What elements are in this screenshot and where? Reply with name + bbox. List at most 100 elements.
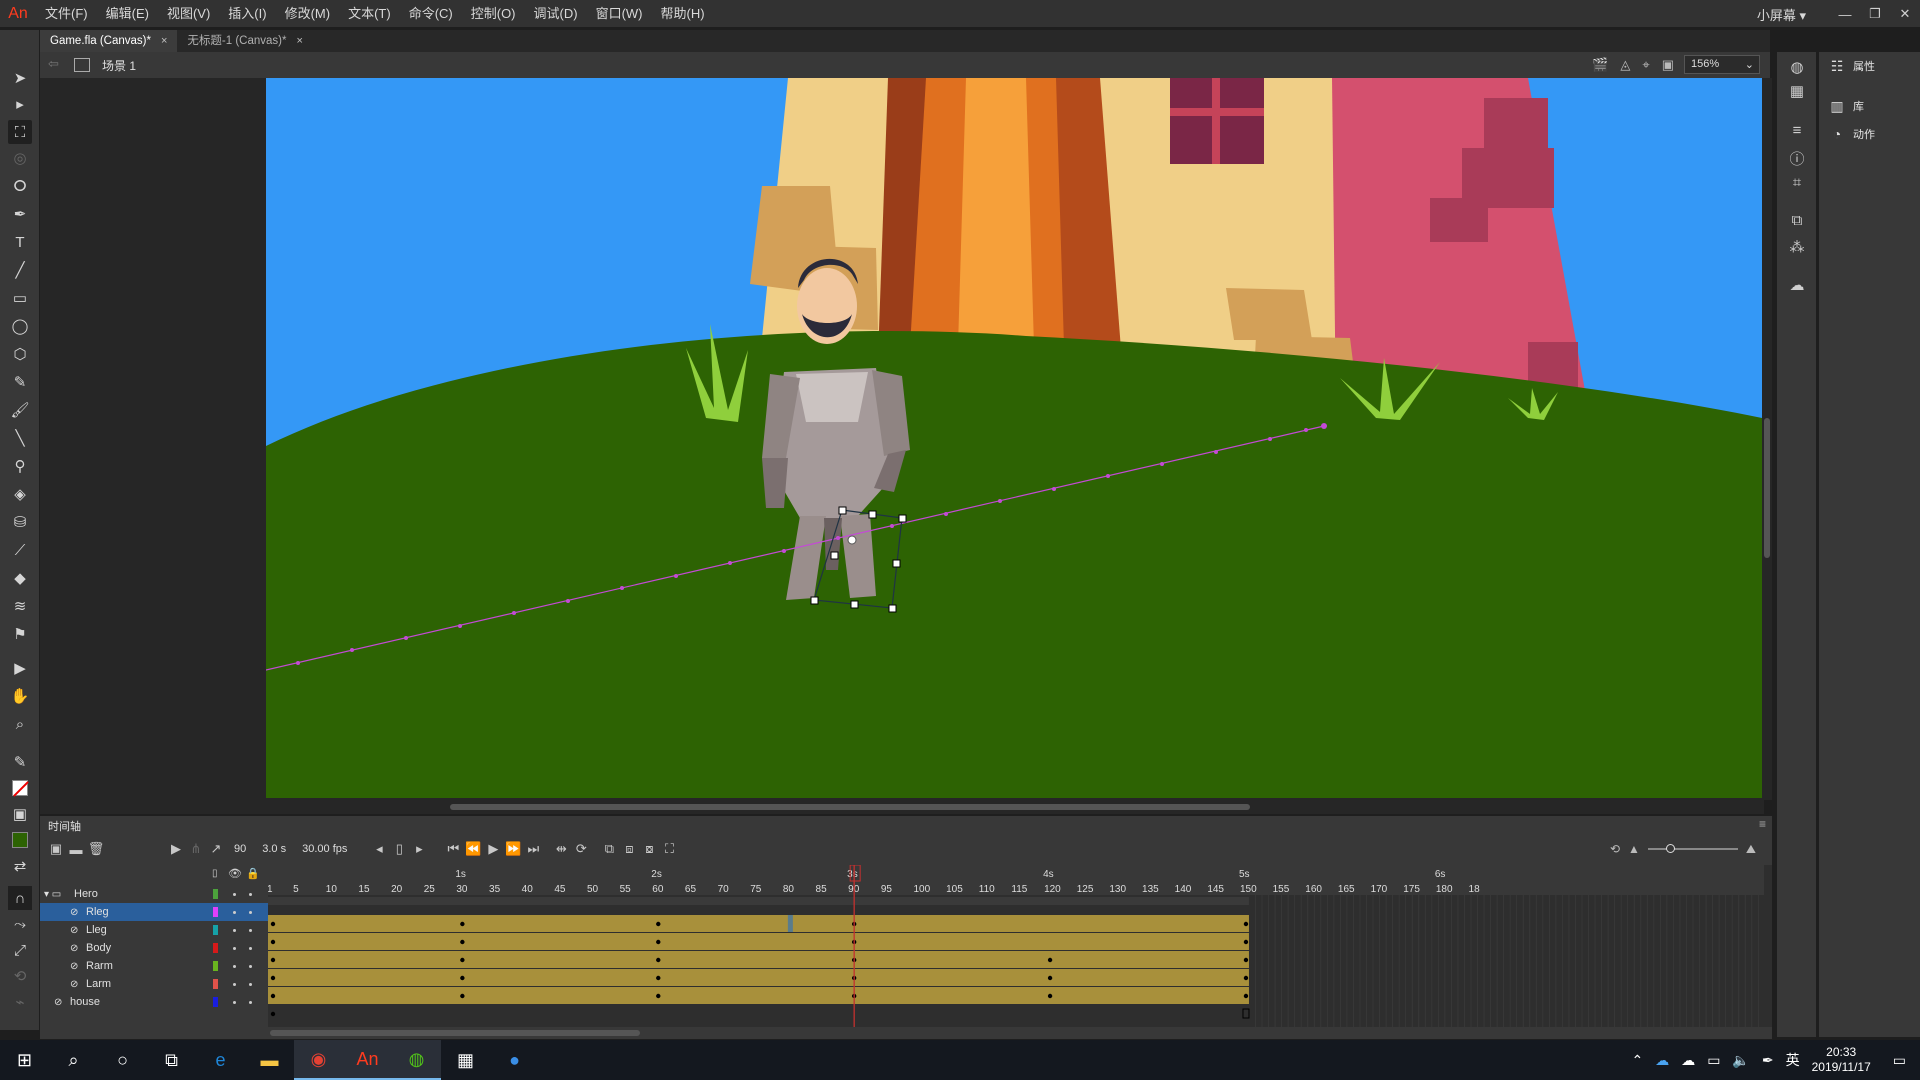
menu-commands[interactable]: 命令(C) xyxy=(400,0,462,28)
eyedropper-tool-icon[interactable]: ⟋ xyxy=(8,538,32,562)
step-forward-icon[interactable]: ⏩ xyxy=(503,841,523,857)
wechat-icon[interactable]: ◍ xyxy=(392,1040,441,1080)
lock-dot[interactable] xyxy=(249,965,252,968)
calculator-icon[interactable]: ▦ xyxy=(441,1040,490,1080)
task-view-icon[interactable]: ⧉ xyxy=(147,1040,196,1080)
zoom-tool-icon[interactable]: ⌕ xyxy=(8,712,32,736)
keyframe[interactable] xyxy=(656,939,661,945)
keyframe[interactable] xyxy=(460,993,465,999)
close-window-button[interactable]: ✕ xyxy=(1890,6,1920,22)
color-panel-icon[interactable]: ◍ xyxy=(1787,58,1807,78)
keyframe[interactable] xyxy=(1047,957,1053,963)
undo-zoom-icon[interactable]: ⟲ xyxy=(1610,842,1620,856)
tween-span[interactable] xyxy=(268,987,1249,1004)
timeline-horizontal-scrollbar[interactable] xyxy=(40,1027,1772,1039)
lock-dot[interactable] xyxy=(249,929,252,932)
frames-area[interactable]: 1s 2s 3s 4s 5s 6s 1 5 10 15 20 25 30 35 40 45 50 55 60 65 70… xyxy=(268,865,1764,1027)
slider-handle[interactable] xyxy=(1665,844,1675,853)
visibility-dot[interactable] xyxy=(233,911,236,914)
keyframe[interactable] xyxy=(1243,957,1249,963)
new-layer-icon[interactable]: ▣ xyxy=(46,841,66,857)
visibility-dot[interactable] xyxy=(233,1001,236,1004)
animate-taskbar-icon[interactable]: An xyxy=(343,1040,392,1080)
elapsed-time[interactable]: 3.0 s xyxy=(262,843,286,855)
eraser-tool-icon[interactable]: ◆ xyxy=(8,566,32,590)
free-transform-tool-icon[interactable]: ⛶ xyxy=(8,120,32,144)
subselection-tool-icon[interactable]: ▸ xyxy=(8,92,32,116)
new-folder-icon[interactable]: ▬ xyxy=(66,842,86,857)
file-explorer-icon[interactable]: ▬ xyxy=(245,1040,294,1080)
tab-game-fla[interactable]: Game.fla (Canvas)* × xyxy=(40,30,178,52)
keyframe[interactable] xyxy=(460,921,465,927)
tab-close-icon[interactable]: × xyxy=(296,30,302,52)
lasso-tool-icon[interactable]: ⵔ xyxy=(8,174,32,198)
align-panel-icon[interactable]: ≡ xyxy=(1787,122,1807,142)
app-bird-icon[interactable]: ● xyxy=(490,1040,539,1080)
edge-browser-icon[interactable]: e xyxy=(196,1040,245,1080)
first-frame-icon[interactable]: ⏮ xyxy=(443,841,463,857)
notification-icon[interactable]: ▭ xyxy=(1893,1052,1906,1069)
play-icon[interactable]: ▶ xyxy=(483,841,503,857)
paint-brush-tool-icon[interactable]: 🖌 xyxy=(8,398,32,422)
lock-dot[interactable] xyxy=(249,911,252,914)
parent-view-icon[interactable]: ⋔ xyxy=(186,841,206,857)
highlight-icon[interactable]: ▯ xyxy=(212,868,218,879)
pen-icon[interactable]: ✒ xyxy=(1762,1052,1774,1069)
eye-icon[interactable]: 👁 xyxy=(228,867,242,880)
lock-dot[interactable] xyxy=(249,947,252,950)
fill-color-icon[interactable] xyxy=(8,828,32,852)
properties-panel-tab[interactable]: ☷ 属性 xyxy=(1829,56,1875,76)
layer-row-rarm[interactable]: ⊘ Rarm xyxy=(40,957,268,975)
zoom-in-icon[interactable]: ⛰ xyxy=(1746,842,1756,857)
components-panel-icon[interactable]: ⧉ xyxy=(1787,212,1807,232)
keyframe[interactable] xyxy=(460,975,465,981)
info-panel-icon[interactable]: ⓘ xyxy=(1787,148,1807,168)
bone-tool-icon[interactable]: ⚲ xyxy=(8,454,32,478)
text-tool-icon[interactable]: T xyxy=(8,230,32,254)
keyframe[interactable] xyxy=(1243,921,1249,927)
visibility-dot[interactable] xyxy=(233,983,236,986)
scroll-thumb[interactable] xyxy=(270,1030,640,1036)
edit-scene-icon[interactable]: 🎬 xyxy=(1592,57,1608,73)
stage-canvas[interactable] xyxy=(266,78,1762,798)
keyframe[interactable] xyxy=(1243,975,1249,981)
last-frame-icon[interactable]: ⏭ xyxy=(523,841,543,857)
keyframe[interactable] xyxy=(1243,993,1249,999)
scale-icon[interactable]: ⤢ xyxy=(8,938,32,962)
clock[interactable]: 20:33 2019/11/17 xyxy=(1812,1045,1871,1075)
static-frames[interactable] xyxy=(268,1005,1249,1022)
rotate-skew-icon[interactable]: ⟲ xyxy=(8,964,32,988)
timeline-vertical-scrollbar[interactable] xyxy=(1764,865,1772,1027)
keyframe[interactable] xyxy=(270,939,276,945)
tray-chevron-icon[interactable]: ⌃ xyxy=(1631,1052,1643,1069)
cortana-icon[interactable]: ○ xyxy=(98,1040,147,1080)
keyframe[interactable] xyxy=(460,939,465,945)
volume-icon[interactable]: 🔈 xyxy=(1732,1052,1749,1069)
actions-panel-tab[interactable]: ◔ 动作 xyxy=(1829,124,1875,144)
clip-stage-icon[interactable]: ▣ xyxy=(1662,57,1674,73)
edit-multiple-icon[interactable]: ⧇ xyxy=(639,841,659,857)
add-keyframe-icon[interactable]: ▯ xyxy=(389,841,409,857)
keyframe[interactable] xyxy=(656,993,661,999)
pin-tool-icon[interactable]: ⚑ xyxy=(8,622,32,646)
selection-tool-icon[interactable]: ➤ xyxy=(8,66,32,90)
layer-row-house[interactable]: ⊘ house xyxy=(40,993,268,1011)
menu-control[interactable]: 控制(O) xyxy=(462,0,525,28)
panel-menu-icon[interactable]: ≡ xyxy=(1759,817,1766,831)
rectangle-tool-icon[interactable]: ▭ xyxy=(8,286,32,310)
camera-tool-icon[interactable]: ▶ xyxy=(8,656,32,680)
cc-libraries-icon[interactable]: ☁ xyxy=(1787,276,1807,296)
visibility-dot[interactable] xyxy=(233,947,236,950)
keyframe[interactable] xyxy=(270,957,276,963)
keyframe[interactable] xyxy=(656,975,661,981)
center-stage-icon[interactable]: ⌖ xyxy=(1642,57,1649,73)
swap-colors-icon[interactable]: ⇄ xyxy=(8,854,32,878)
onion-outlines-icon[interactable]: ⧈ xyxy=(619,841,639,857)
menu-modify[interactable]: 修改(M) xyxy=(276,0,340,28)
onion-skin-icon[interactable]: ⧉ xyxy=(599,841,619,857)
frame-grid[interactable]: 1s 2s 3s 4s 5s 6s1 5 10 15 20 25 30 35 40 45 50 55 60 65 70… xyxy=(268,865,1764,1027)
straighten-icon[interactable]: ⌁ xyxy=(8,990,32,1014)
layer-color-swatch[interactable] xyxy=(213,979,218,989)
ink-bottle-tool-icon[interactable]: ⛁ xyxy=(8,510,32,534)
minimize-button[interactable]: — xyxy=(1830,7,1860,22)
